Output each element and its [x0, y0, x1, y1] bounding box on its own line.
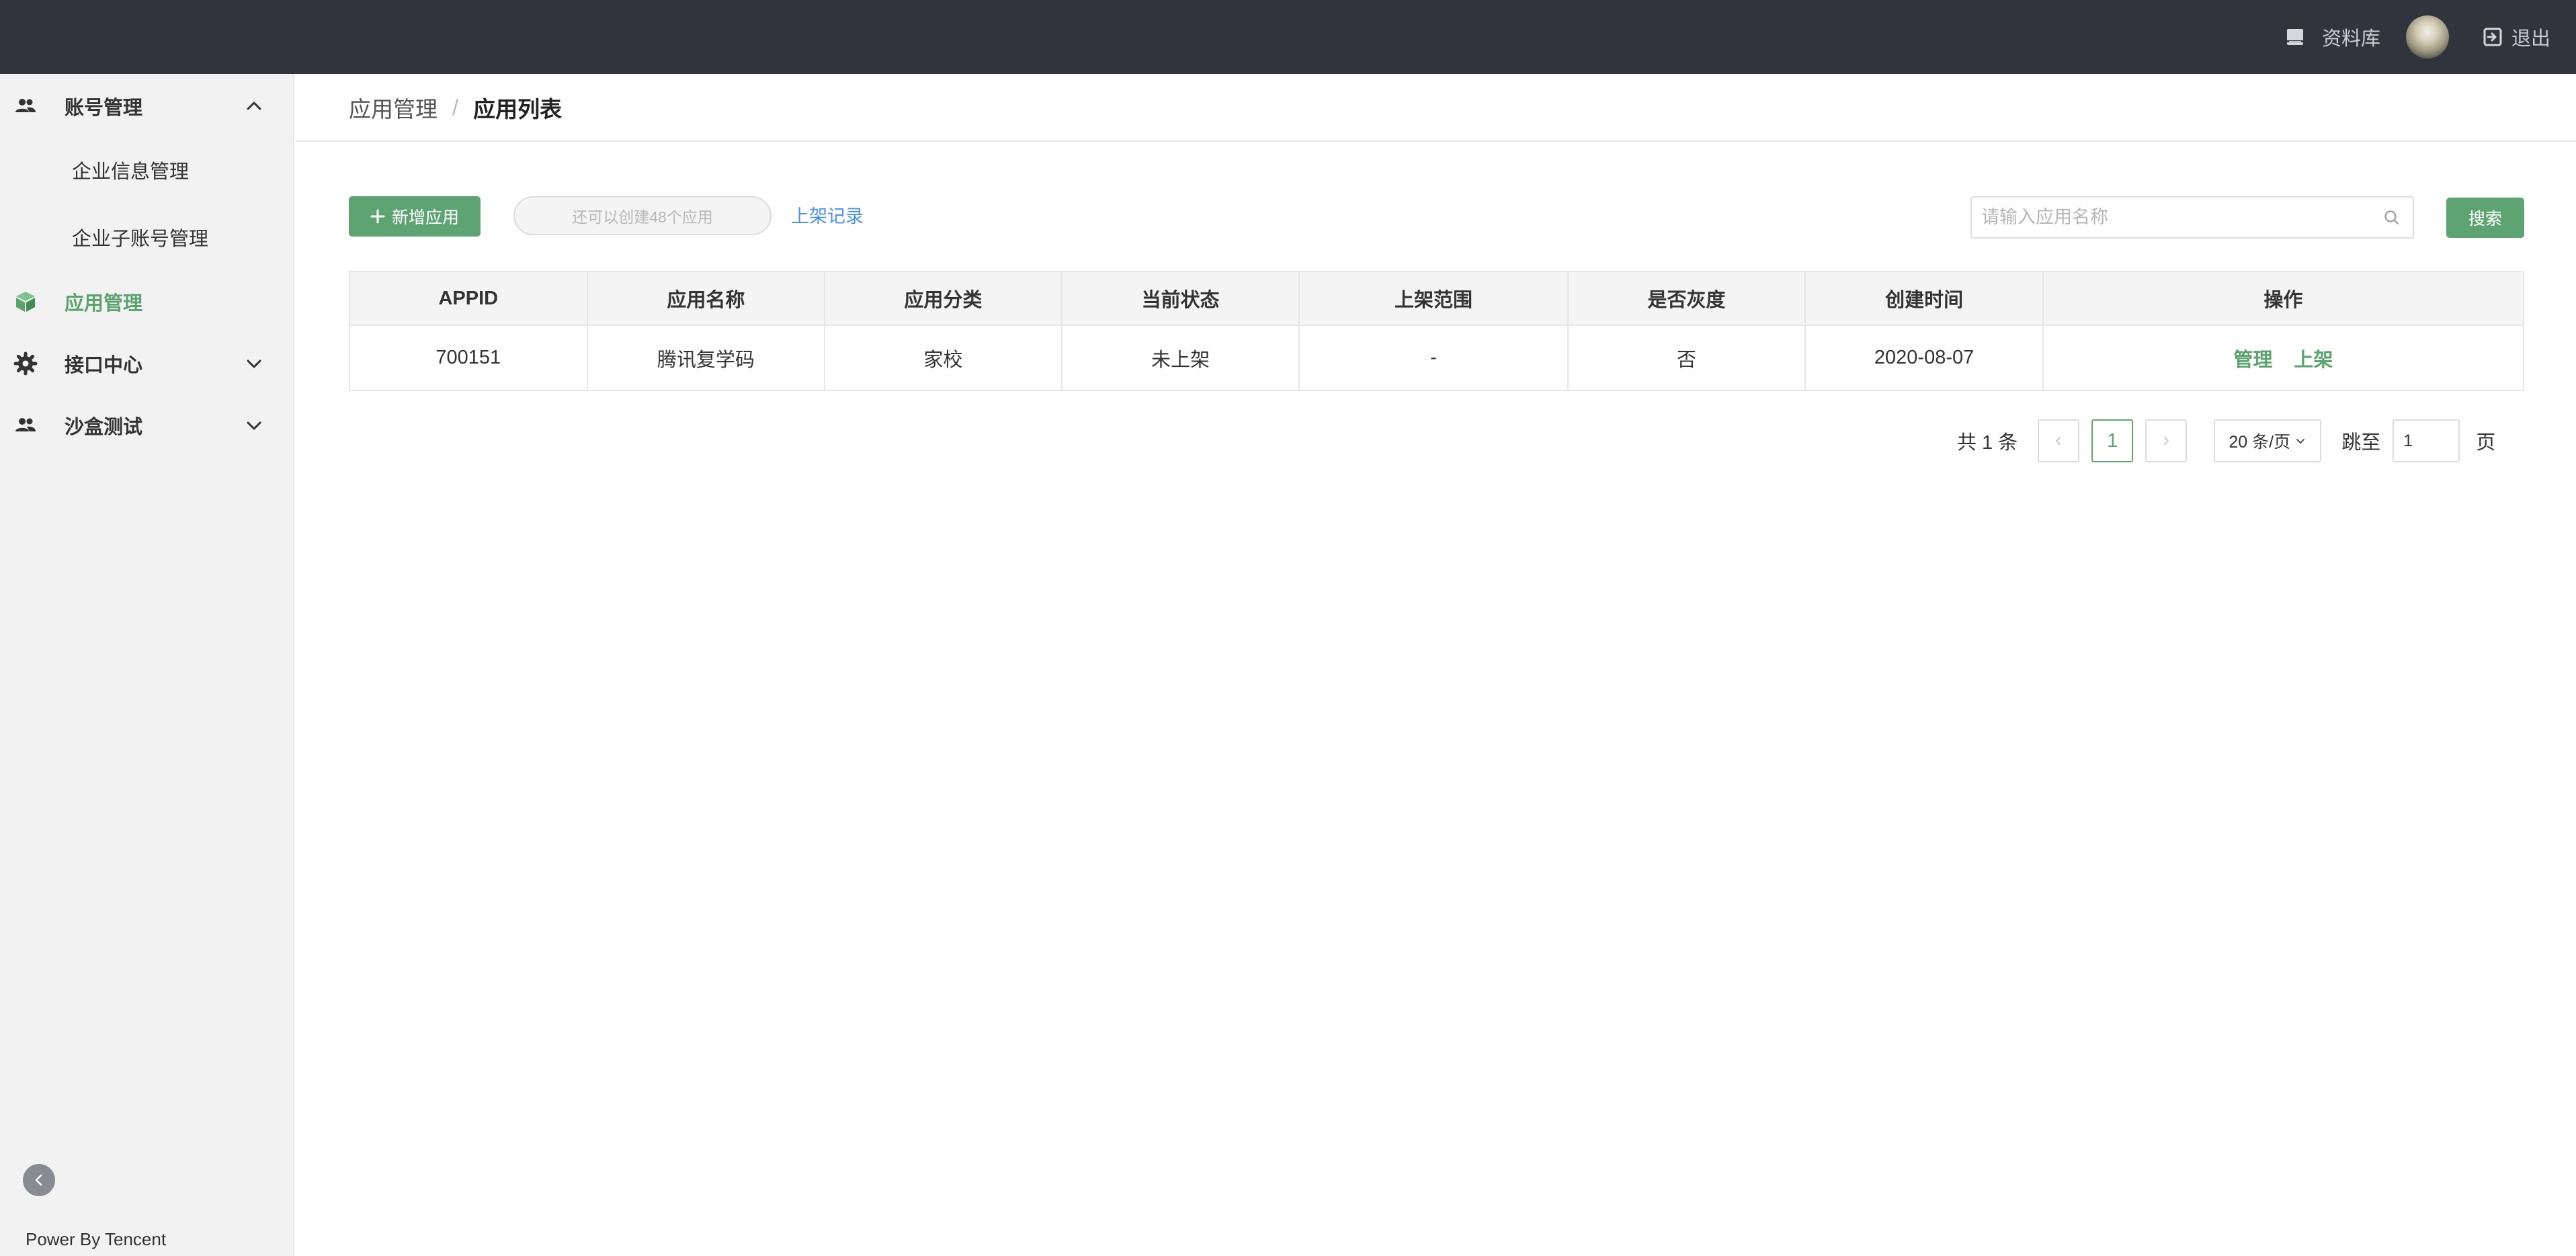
breadcrumb: 应用管理 / 应用列表	[296, 74, 2576, 142]
chevron-left-icon	[2055, 437, 2061, 445]
chevron-left-icon	[35, 1174, 42, 1186]
pagination: 共 1 条 1 20 条/页 跳至 页	[1957, 419, 2495, 462]
breadcrumb-separator: /	[452, 94, 459, 120]
sidebar-group-sandbox[interactable]: 沙盒测试	[0, 395, 294, 456]
sidebar-group-label: 接口中心	[65, 355, 143, 376]
cube-icon	[16, 292, 35, 312]
sidebar-group-apps[interactable]: 应用管理	[0, 271, 294, 332]
sidebar-group-api[interactable]: 接口中心	[0, 333, 294, 394]
cell-scope: -	[1300, 326, 1569, 390]
sidebar-item-company-info[interactable]: 企业信息管理	[0, 140, 294, 200]
column-header: APPID	[350, 272, 588, 325]
sidebar-item-label: 企业信息管理	[72, 161, 190, 183]
page-size-select[interactable]: 20 条/页	[2214, 419, 2322, 462]
add-app-label: 新增应用	[391, 208, 459, 227]
chevron-right-icon	[2164, 437, 2169, 445]
logout-button[interactable]: 退出	[2482, 23, 2550, 51]
breadcrumb-parent[interactable]: 应用管理	[349, 91, 438, 124]
column-header: 上架范围	[1300, 272, 1569, 325]
book-icon	[2286, 29, 2303, 45]
prev-page-button[interactable]	[2038, 419, 2080, 462]
logout-label: 退出	[2511, 28, 2550, 50]
chevron-down-icon	[247, 421, 261, 430]
cell-gray-release: 否	[1569, 326, 1806, 390]
avatar[interactable]	[2405, 15, 2449, 58]
search-input[interactable]	[1981, 198, 2371, 237]
column-header: 应用名称	[588, 272, 826, 325]
cell-status: 未上架	[1063, 326, 1300, 390]
column-header: 创建时间	[1806, 272, 2044, 325]
cell-actions: 管理 上架	[2044, 326, 2523, 390]
top-bar: 资料库 退出	[0, 0, 2576, 74]
people-icon	[15, 418, 36, 431]
cell-app-name: 腾讯复学码	[588, 326, 826, 390]
library-link[interactable]: 资料库	[2285, 23, 2380, 51]
gear-icon	[13, 351, 38, 376]
sidebar-item-sub-accounts[interactable]: 企业子账号管理	[0, 207, 294, 267]
publish-link[interactable]: 上架	[2294, 344, 2333, 372]
column-header: 是否灰度	[1569, 272, 1806, 325]
chevron-up-icon	[247, 101, 261, 110]
total-count: 共 1 条	[1957, 432, 2018, 454]
collapse-sidebar-button[interactable]	[23, 1164, 55, 1196]
cell-created-date: 2020-08-07	[1806, 326, 2044, 390]
footer-credit: Power By Tencent	[26, 1229, 167, 1249]
sidebar: 账号管理 企业信息管理 企业子账号管理 应用管理 接口中心 沙盒测试 Power…	[0, 74, 294, 1256]
chevron-down-icon	[2296, 439, 2305, 444]
search-button[interactable]: 搜索	[2446, 198, 2524, 238]
sidebar-item-label: 企业子账号管理	[72, 228, 209, 250]
column-header: 当前状态	[1063, 272, 1300, 325]
cell-category: 家校	[825, 326, 1063, 390]
search-field	[1970, 196, 2414, 239]
sidebar-group-label: 账号管理	[65, 97, 143, 119]
page-number-current[interactable]: 1	[2091, 419, 2134, 462]
page-size-value: 20 条/页	[2229, 433, 2291, 452]
library-label: 资料库	[2321, 28, 2380, 50]
jump-label: 跳至	[2341, 432, 2381, 454]
sidebar-group-label: 沙盒测试	[65, 417, 143, 438]
breadcrumb-current: 应用列表	[473, 96, 563, 122]
people-icon	[15, 99, 36, 112]
cell-appid: 700151	[350, 326, 588, 390]
page-unit-label: 页	[2476, 432, 2496, 454]
search-icon[interactable]	[2383, 209, 2401, 226]
listing-records-link[interactable]: 上架记录	[791, 202, 864, 228]
logout-icon	[2483, 28, 2502, 46]
column-header: 操作	[2263, 290, 2303, 311]
plus-icon	[370, 209, 385, 224]
table-header-row: APPID 应用名称 应用分类 当前状态 上架范围 是否灰度 创建时间 操作	[350, 272, 2523, 326]
apps-table: APPID 应用名称 应用分类 当前状态 上架范围 是否灰度 创建时间 操作 7…	[349, 271, 2524, 391]
next-page-button[interactable]	[2145, 419, 2188, 462]
column-header: 应用分类	[825, 272, 1063, 325]
chevron-down-icon	[247, 360, 261, 368]
jump-page-input[interactable]	[2393, 419, 2460, 462]
sidebar-group-label: 应用管理	[65, 293, 143, 315]
add-app-button[interactable]: 新增应用	[349, 196, 481, 237]
app-quota-badge: 还可以创建48个应用	[513, 196, 772, 235]
table-row: 700151 腾讯复学码 家校 未上架 - 否 2020-08-07 管理 上架	[350, 326, 2523, 390]
sidebar-group-account[interactable]: 账号管理	[0, 76, 294, 136]
manage-link[interactable]: 管理	[2233, 344, 2272, 372]
